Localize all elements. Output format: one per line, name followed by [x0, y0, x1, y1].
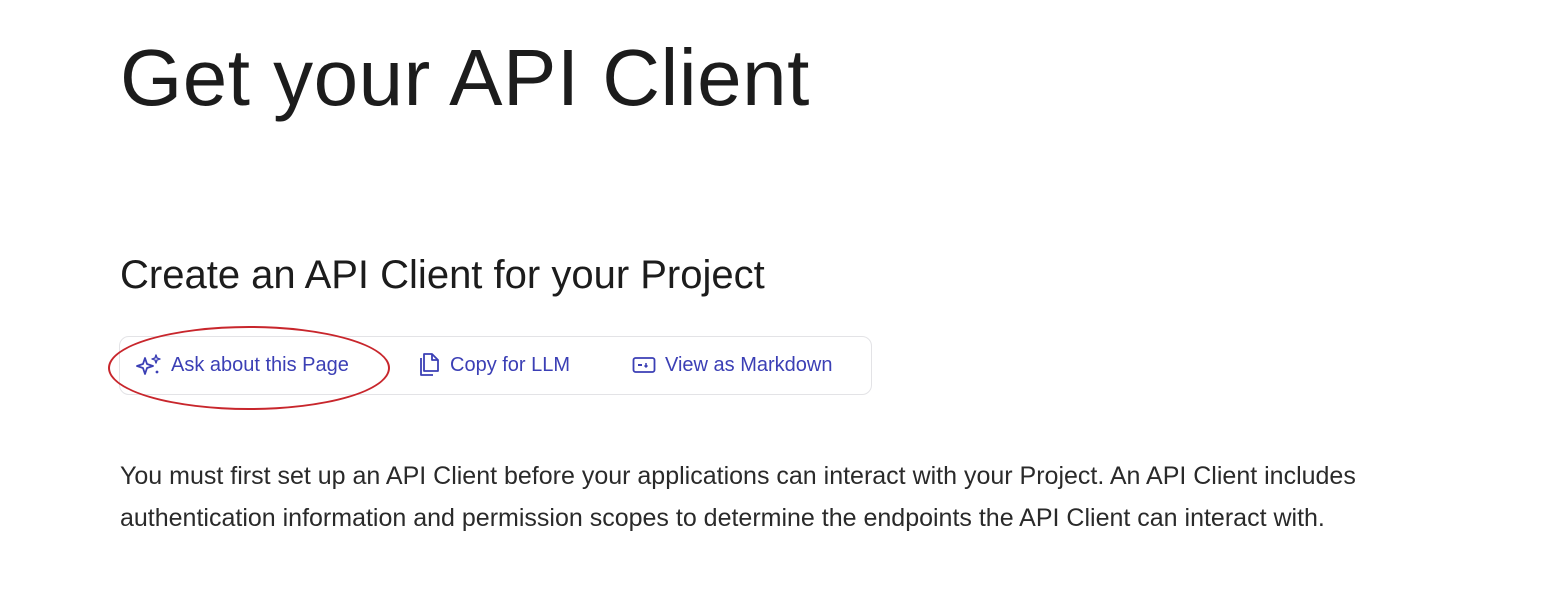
copy-for-llm-button[interactable]: Copy for LLM	[417, 337, 570, 393]
copy-icon	[417, 352, 441, 378]
view-as-markdown-button[interactable]: View as Markdown	[632, 337, 832, 393]
view-as-markdown-label: View as Markdown	[665, 353, 833, 376]
page-actions-bar: Ask about this Page Copy for LLM View as…	[119, 336, 872, 395]
ask-about-page-label: Ask about this Page	[171, 353, 349, 376]
ask-about-page-button[interactable]: Ask about this Page	[136, 337, 349, 393]
section-description: You must first set up an API Client befo…	[120, 462, 1356, 532]
page-title: Get your API Client	[120, 33, 810, 122]
section-title: Create an API Client for your Project	[120, 253, 765, 297]
copy-for-llm-label: Copy for LLM	[450, 353, 571, 376]
markdown-icon	[632, 355, 656, 375]
sparkle-icon	[136, 353, 162, 377]
